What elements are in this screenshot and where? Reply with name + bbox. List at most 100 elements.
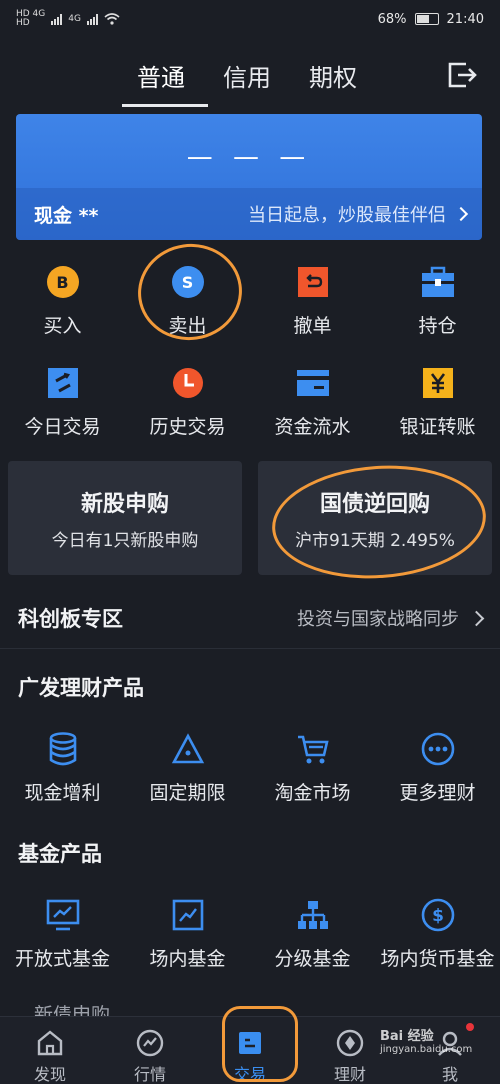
cancel-order-label: 撤单 (293, 315, 332, 337)
fund-flow-label: 资金流水 (274, 416, 351, 438)
watermark-brand: Bai 经验 (380, 1029, 434, 1044)
exchange-fund-button[interactable]: 场内基金 (125, 898, 250, 971)
money-fund-button[interactable]: $ 场内货币基金 (375, 898, 500, 971)
dollar-coin-icon: $ (421, 898, 455, 932)
gold-market-button[interactable]: 淘金市场 (250, 732, 375, 805)
trade-icon (235, 1029, 265, 1057)
chevron-right-icon (453, 206, 469, 222)
tab-discover-label: 发现 (33, 1065, 66, 1084)
ipo-subscribe-card[interactable]: 新股申购 今日有1只新股申购 (8, 461, 242, 575)
triangle-icon (171, 732, 205, 766)
today-trades-button[interactable]: 今日交易 (0, 366, 125, 439)
signal-icon-2 (86, 13, 98, 25)
gold-market-label: 淘金市场 (274, 782, 351, 804)
history-clock-icon (171, 366, 205, 400)
sell-button[interactable]: S 卖出 (125, 265, 250, 338)
signal-icon (51, 13, 63, 25)
fund-products-row: 开放式基金 场内基金 分级基金 $ 场内货币基金 (0, 898, 500, 971)
divider (0, 648, 500, 649)
market-chart-icon (135, 1029, 165, 1057)
tab-trade-label: 交易 (233, 1065, 266, 1084)
more-wealth-button[interactable]: 更多理财 (375, 732, 500, 805)
tab-wealth-label: 理财 (333, 1065, 366, 1084)
wifi-icon (104, 13, 120, 25)
wealth-products-row: 现金增利 固定期限 淘金市场 更多理财 (0, 732, 500, 805)
fixed-term-button[interactable]: 固定期限 (125, 732, 250, 805)
history-trades-button[interactable]: 历史交易 (125, 366, 250, 439)
monitor-chart-icon (46, 898, 80, 932)
buy-label: 买入 (43, 315, 82, 337)
battery-percent: 68% (377, 11, 407, 27)
trade-actions-row: B 买入 S 卖出 撤单 持仓 (0, 265, 500, 338)
records-actions-row: 今日交易 历史交易 资金流水 银证转账 (0, 366, 500, 439)
money-fund-label: 场内货币基金 (380, 948, 495, 970)
active-tab-indicator (122, 104, 208, 107)
tab-normal[interactable]: 普通 (137, 58, 185, 93)
holdings-label: 持仓 (418, 315, 457, 337)
signal-indicators: HD 4G HD 4G (16, 10, 120, 28)
undo-order-icon (296, 265, 330, 299)
buy-icon: B (46, 265, 80, 299)
holdings-button[interactable]: 持仓 (375, 265, 500, 338)
today-trade-icon (46, 366, 80, 400)
reverse-repo-subtitle: 沪市91天期 2.495% (295, 530, 455, 551)
account-type-tabs: 普通 信用 期权 (0, 44, 500, 108)
clock-time: 21:40 (446, 11, 484, 27)
cash-plus-label: 现金增利 (24, 782, 101, 804)
reverse-repo-title: 国债逆回购 (319, 491, 430, 517)
hierarchy-icon (296, 898, 330, 932)
graded-fund-button[interactable]: 分级基金 (250, 898, 375, 971)
buy-button[interactable]: B 买入 (0, 265, 125, 338)
watermark: Bai 经验 jingyan.baidu.com (380, 1029, 473, 1056)
yen-transfer-icon (421, 366, 455, 400)
graded-fund-label: 分级基金 (274, 948, 351, 970)
tab-trade[interactable]: 交易 (200, 1017, 300, 1084)
cash-balance-card[interactable]: — — — 现金 ** 当日起息，炒股最佳伴侣 (16, 114, 482, 240)
history-trades-label: 历史交易 (149, 416, 226, 438)
cart-icon (296, 732, 330, 766)
star-market-row[interactable]: 科创板专区 投资与国家战略同步 (0, 592, 500, 644)
battery-icon (414, 13, 439, 25)
cash-amount-placeholder: — — — (186, 142, 312, 172)
more-dots-icon (421, 732, 455, 766)
fund-section-title: 基金产品 (18, 842, 102, 866)
wealth-section-title: 广发理财产品 (18, 676, 144, 700)
tab-me-label: 我 (441, 1065, 458, 1084)
chevron-right-icon (468, 610, 485, 626)
more-wealth-label: 更多理财 (399, 782, 476, 804)
home-icon (35, 1029, 65, 1057)
wealth-compass-icon (335, 1029, 365, 1057)
tab-options[interactable]: 期权 (309, 58, 357, 93)
tab-market[interactable]: 行情 (100, 1017, 200, 1084)
tab-discover[interactable]: 发现 (0, 1017, 100, 1084)
open-fund-label: 开放式基金 (14, 948, 110, 970)
fund-flow-button[interactable]: 资金流水 (250, 366, 375, 439)
coins-stack-icon (46, 732, 80, 766)
bank-transfer-label: 银证转账 (399, 416, 476, 438)
status-bar: HD 4G HD 4G 68% 21:40 (0, 0, 500, 38)
network-type-label-2: HD (16, 18, 30, 28)
cancel-order-button[interactable]: 撤单 (250, 265, 375, 338)
sell-label: 卖出 (168, 315, 207, 337)
card-icon (296, 366, 330, 400)
logout-icon[interactable] (446, 60, 478, 90)
briefcase-icon (421, 265, 455, 299)
tab-credit[interactable]: 信用 (223, 58, 271, 93)
exchange-fund-label: 场内基金 (149, 948, 226, 970)
fixed-term-label: 固定期限 (149, 782, 226, 804)
reverse-repo-card[interactable]: 国债逆回购 沪市91天期 2.495% (258, 461, 492, 575)
open-fund-button[interactable]: 开放式基金 (0, 898, 125, 971)
cash-slogan: 当日起息，炒股最佳伴侣 (248, 205, 446, 226)
ipo-subtitle: 今日有1只新股申购 (51, 530, 199, 551)
cash-card-footer[interactable]: 现金 ** 当日起息，炒股最佳伴侣 (16, 188, 482, 240)
today-trades-label: 今日交易 (24, 416, 101, 438)
sell-icon: S (171, 265, 205, 299)
star-market-subtitle: 投资与国家战略同步 (297, 609, 459, 630)
bank-transfer-button[interactable]: 银证转账 (375, 366, 500, 439)
network-type-label-3: 4G (68, 14, 81, 24)
svg-text:$: $ (432, 906, 444, 926)
cash-label: 现金 ** (34, 204, 99, 227)
watermark-url: jingyan.baidu.com (380, 1044, 473, 1056)
cash-plus-button[interactable]: 现金增利 (0, 732, 125, 805)
star-market-title: 科创板专区 (18, 607, 123, 631)
